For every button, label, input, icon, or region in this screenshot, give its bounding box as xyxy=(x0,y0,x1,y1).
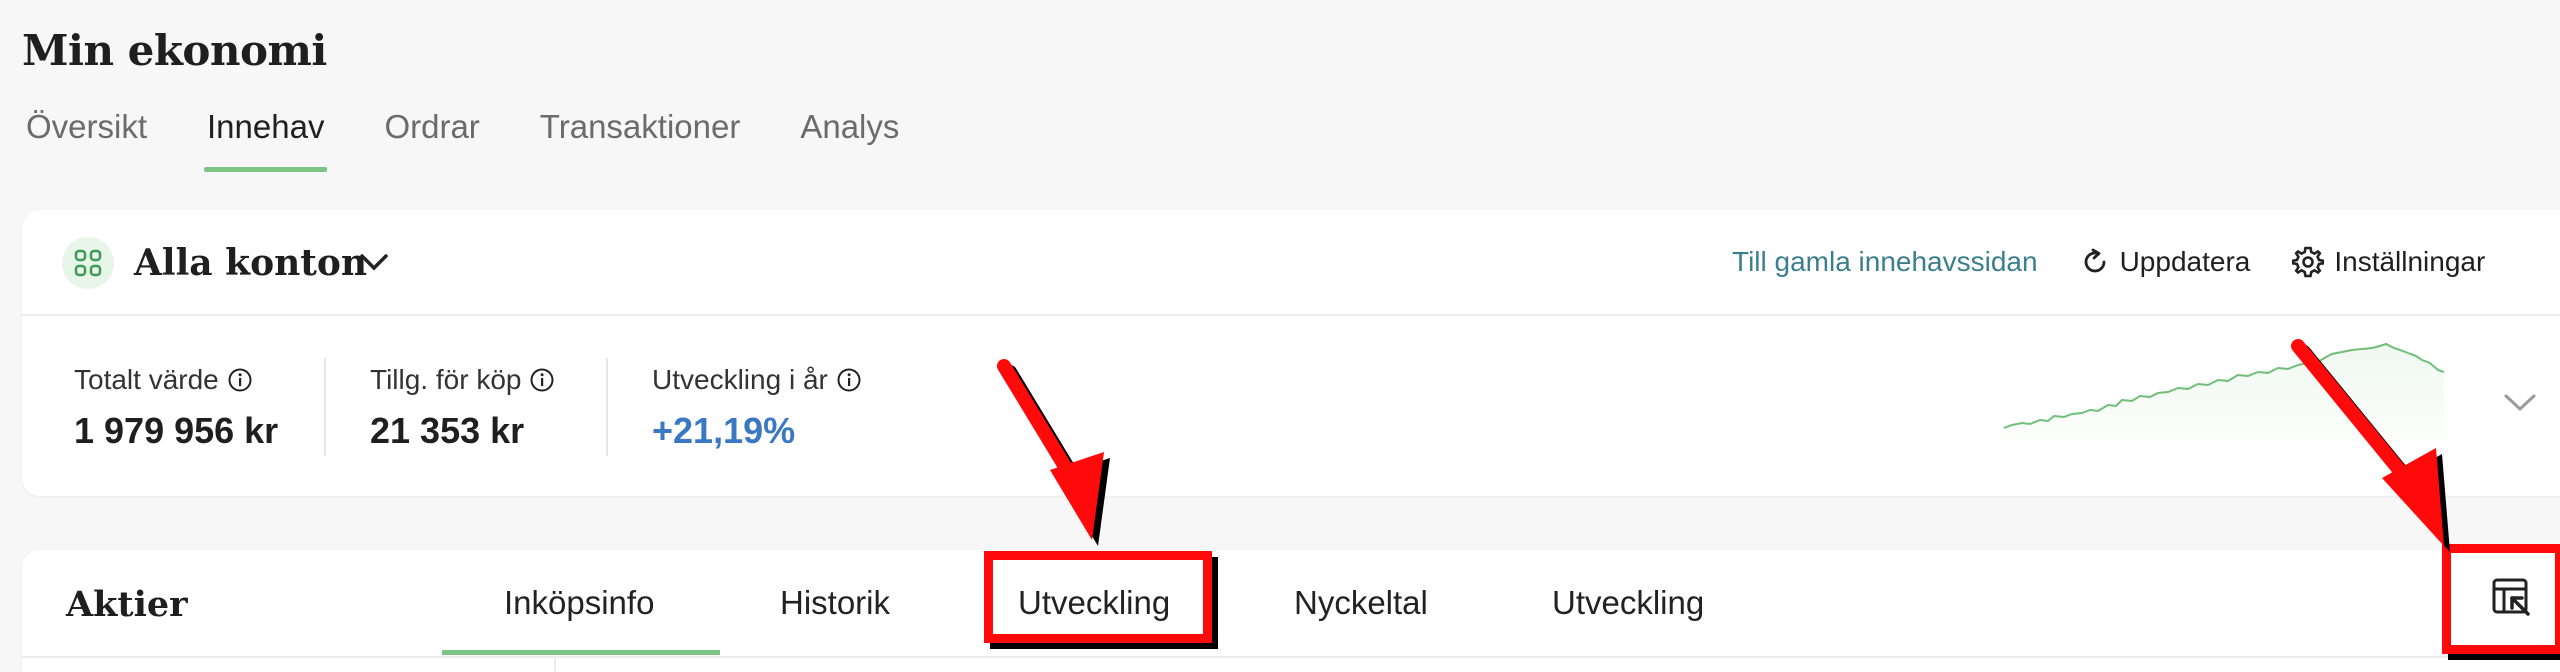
chevron-down-icon[interactable] xyxy=(358,250,390,279)
stat-total-value: Totalt värde 1 979 956 kr xyxy=(74,364,278,452)
tab-oversikt[interactable]: Översikt xyxy=(26,108,147,172)
subtab-nyckeltal[interactable]: Nyckeltal xyxy=(1294,584,1428,622)
info-icon[interactable] xyxy=(227,367,253,393)
highlight-box-table-icon xyxy=(2442,544,2560,654)
tab-innehav[interactable]: Innehav xyxy=(204,108,328,172)
settings-label: Inställningar xyxy=(2334,246,2486,277)
tab-analys[interactable]: Analys xyxy=(800,108,899,172)
active-tab-indicator xyxy=(442,650,720,655)
holdings-card: Aktier Inköpsinfo Historik Utveckling Ny… xyxy=(22,550,2560,672)
subtab-historik[interactable]: Historik xyxy=(780,584,890,622)
account-summary-card: Alla konton Till gamla innehavssidan Upp… xyxy=(22,210,2560,496)
settings-button[interactable]: Inställningar xyxy=(2292,246,2485,278)
stat-value: 21 353 kr xyxy=(370,410,525,451)
tab-ordrar[interactable]: Ordrar xyxy=(384,108,479,172)
refresh-button[interactable]: Uppdatera xyxy=(2080,246,2251,278)
divider xyxy=(554,658,556,672)
info-icon[interactable] xyxy=(529,367,555,393)
stat-value: 1 979 956 kr xyxy=(74,410,279,451)
refresh-icon xyxy=(2084,248,2105,273)
stat-label: Tillg. för köp xyxy=(370,364,522,395)
main-tabs: Översikt Innehav Ordrar Transaktioner An… xyxy=(26,108,959,172)
annotation-arrow xyxy=(997,359,1110,546)
highlight-box-utveckling xyxy=(984,551,1212,643)
old-holdings-link[interactable]: Till gamla innehavssidan xyxy=(1732,246,2038,278)
refresh-label: Uppdatera xyxy=(2119,246,2251,277)
subtab-inkopsinfo[interactable]: Inköpsinfo xyxy=(504,584,654,622)
divider xyxy=(606,358,608,456)
page-title: Min ekonomi xyxy=(22,26,327,75)
divider xyxy=(22,656,2560,658)
holdings-title: Aktier xyxy=(66,584,188,625)
expand-chevron-icon[interactable] xyxy=(2502,390,2538,419)
stat-label: Totalt värde xyxy=(74,364,219,395)
stat-available: Tillg. för köp 21 353 kr xyxy=(370,364,555,452)
gear-icon xyxy=(2292,246,2325,278)
stat-value: +21,19% xyxy=(652,410,796,451)
account-selector[interactable]: Alla konton xyxy=(134,242,367,284)
info-icon[interactable] xyxy=(836,367,862,393)
subtab-utveckling-2[interactable]: Utveckling xyxy=(1552,584,1704,622)
accounts-grid-icon xyxy=(62,237,114,289)
divider xyxy=(324,358,326,456)
header-actions: Till gamla innehavssidan Uppdatera Instä… xyxy=(1732,246,2527,278)
tab-transaktioner[interactable]: Transaktioner xyxy=(540,108,741,172)
annotation-arrow xyxy=(2291,339,2450,552)
stat-label: Utveckling i år xyxy=(652,364,828,395)
stat-ytd-change: Utveckling i år +21,19% xyxy=(652,364,862,452)
account-header: Alla konton Till gamla innehavssidan Upp… xyxy=(22,210,2560,316)
